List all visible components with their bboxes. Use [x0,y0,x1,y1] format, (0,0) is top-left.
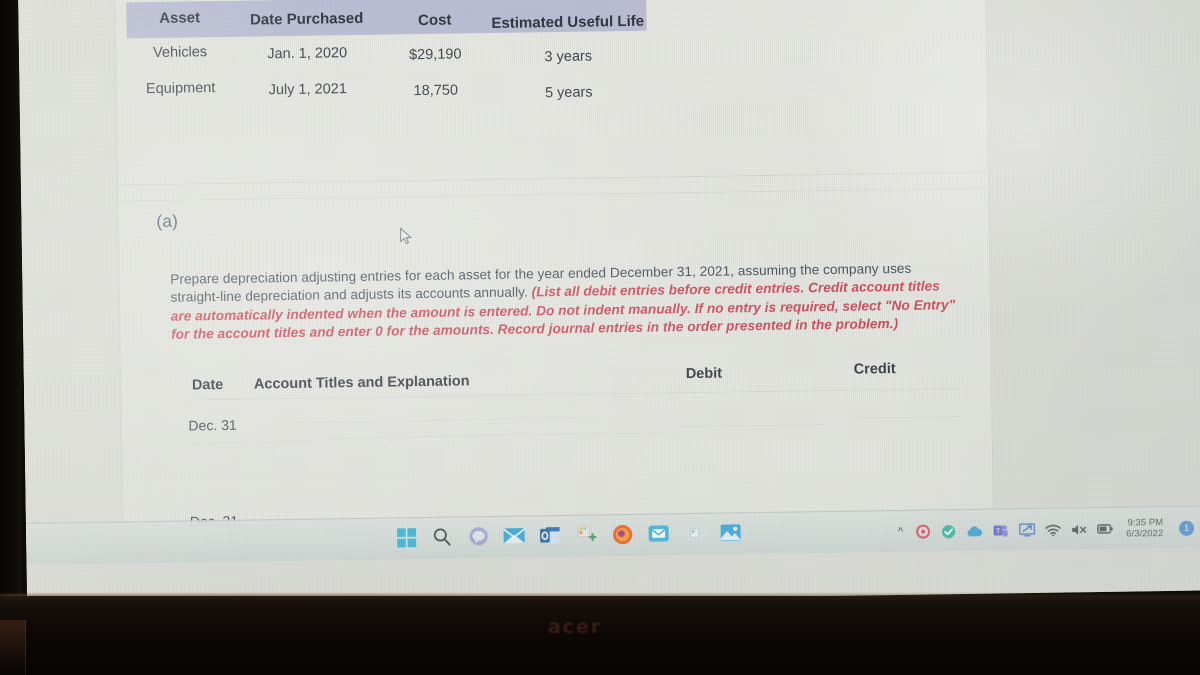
bezel-reflection [0,620,26,675]
taskbar-clock[interactable]: 9:35 PM 6/3/2022 [1126,517,1163,540]
document-right-margin [985,0,1200,551]
asset-cell-life: 3 years [544,48,593,66]
wifi-icon[interactable] [1044,521,1061,538]
system-tray: ^ T 9:35 PM 6/3/2022 1 [898,513,1195,547]
table-row: Equipment July 1, 2021 18,750 5 years [127,67,647,111]
firefox-icon[interactable] [610,522,634,546]
battery-icon[interactable] [1096,520,1113,537]
chat-icon[interactable] [466,524,490,548]
asset-cell-cost: 18,750 [413,82,459,100]
laptop-screen: Asset Date Purchased Cost Estimated Usef… [18,0,1200,610]
asset-table-header-asset: Asset [159,8,201,27]
mouse-cursor-icon [400,227,413,245]
asset-table-header-date: Date Purchased [249,9,364,29]
asset-cell-date: Jan. 1, 2020 [267,45,348,63]
clock-time: 9:35 PM [1127,517,1164,529]
part-label: (a) [156,211,179,231]
photos-icon[interactable] [718,520,742,544]
instructions-paragraph: Prepare depreciation adjusting entries f… [170,259,961,344]
journal-header-date: Date [191,376,224,394]
clock-date: 6/3/2022 [1126,528,1164,540]
journal-header-credit: Credit [853,361,896,378]
messaging-icon[interactable] [646,521,670,545]
screen-share-icon[interactable] [1018,521,1035,538]
acer-brand-logo: acer [547,616,603,638]
search-icon[interactable] [430,525,454,549]
journal-row-date: Dec. 31 [188,416,237,434]
speaker-mute-icon[interactable] [1070,521,1087,538]
notification-badge[interactable]: 1 [1178,520,1195,536]
asset-cell-date: July 1, 2021 [268,81,347,99]
asset-cell-cost: $29,190 [408,46,462,64]
asset-cell-name: Equipment [145,80,216,98]
show-hidden-icons-chevron[interactable]: ^ [898,526,903,538]
asset-table-header-cost: Cost [417,11,452,29]
taskbar-icon-group [394,517,742,552]
journal-header-account: Account Titles and Explanation [253,373,470,393]
asset-cell-name: Vehicles [153,44,208,62]
outlook-icon[interactable] [538,523,562,547]
journal-header-debit: Debit [685,365,723,383]
start-icon[interactable] [394,525,418,549]
asset-cell-life: 5 years [544,84,593,102]
asset-table: Asset Date Purchased Cost Estimated Usef… [126,0,648,110]
mail-icon[interactable] [502,524,526,548]
teams-icon[interactable]: T [992,522,1009,539]
sticky-notes-icon[interactable] [574,522,598,546]
asset-table-header-life: Estimated Useful Life [491,12,645,32]
red-status-icon[interactable] [914,523,931,540]
laptop-screen-photo: Asset Date Purchased Cost Estimated Usef… [0,0,1200,675]
shield-icon[interactable] [940,523,957,540]
explorer-icon[interactable] [682,521,706,545]
onedrive-cloud-icon[interactable] [966,522,983,539]
